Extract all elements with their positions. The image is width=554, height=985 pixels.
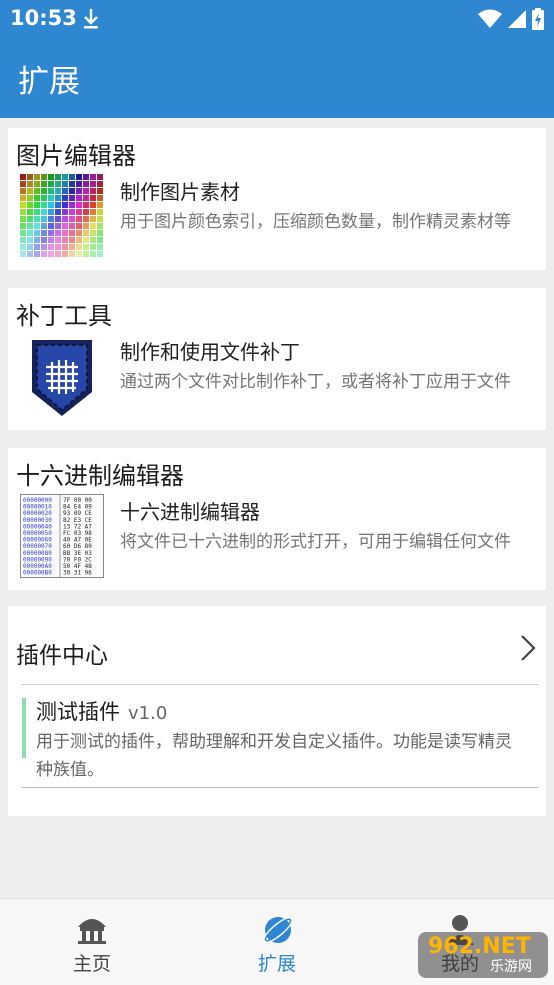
- page-title: 扩展: [18, 64, 80, 100]
- card-description: 通过两个文件对比制作补丁，或者将补丁应用于文件: [120, 372, 511, 392]
- nav-home[interactable]: 主页: [32, 899, 152, 985]
- status-time: 10:53: [10, 6, 77, 30]
- watermark-logo: 962.NET 乐游网: [418, 932, 548, 978]
- watermark-sub: 乐游网: [490, 959, 532, 975]
- plugin-item[interactable]: 测试插件 v1.0 用于测试的插件，帮助理解和开发自定义插件。功能是读写精灵种族值…: [22, 696, 538, 780]
- plugin-center-title[interactable]: 插件中心: [16, 636, 108, 670]
- status-bar: 10:53: [0, 0, 554, 38]
- card-title: 图片编辑器: [16, 142, 136, 170]
- wifi-icon: [478, 9, 502, 33]
- patch-tool-card[interactable]: 补丁工具 制作和使用文件补丁 通过两个文件对比制作补丁，或者将补丁应用于文件: [8, 288, 546, 430]
- card-subtitle: 十六进制编辑器: [120, 500, 260, 524]
- nav-extensions[interactable]: 扩展: [217, 899, 337, 985]
- planet-icon: [261, 913, 293, 945]
- card-title: 十六进制编辑器: [16, 462, 184, 490]
- nav-home-label: 主页: [72, 953, 111, 975]
- hex-address: 000000B0: [23, 570, 52, 577]
- app-bar: 扩展: [0, 38, 554, 118]
- signal-icon: [508, 9, 526, 33]
- chevron-right-icon[interactable]: [520, 634, 536, 666]
- nav-extensions-label: 扩展: [257, 953, 296, 975]
- hex-bytes: 30 31 96: [63, 570, 92, 577]
- patch-icon: [20, 334, 104, 418]
- hex-editor-card[interactable]: 十六进制编辑器 00000000 7F 00 00 00000010 84 E4 09…: [8, 448, 546, 590]
- battery-icon: [532, 8, 544, 34]
- plugin-name: 测试插件: [36, 700, 120, 724]
- plugin-name-row: 测试插件 v1.0: [36, 696, 167, 726]
- card-title: 补丁工具: [16, 302, 112, 330]
- download-icon: [82, 8, 100, 34]
- divider: [22, 787, 538, 788]
- hex-icon: 00000000 7F 00 00 00000010 84 E4 09 00000020…: [20, 494, 104, 578]
- plugin-description: 用于测试的插件，帮助理解和开发自定义插件。功能是读写精灵种族值。: [36, 732, 512, 780]
- card-subtitle: 制作图片素材: [120, 180, 240, 204]
- plugin-version: v1.0: [128, 703, 168, 724]
- card-description: 将文件已十六进制的形式打开，可用于编辑任何文件: [120, 532, 511, 552]
- card-subtitle: 制作和使用文件补丁: [120, 340, 300, 364]
- divider: [22, 684, 538, 685]
- plugin-center: 插件中心 测试插件 v1.0 用于测试的插件，帮助理解和开发自定义插件。功能是读写…: [8, 606, 546, 816]
- home-icon: [76, 913, 108, 945]
- palette-icon: [20, 174, 104, 258]
- card-description: 用于图片颜色索引，压缩颜色数量，制作精灵素材等: [120, 212, 511, 232]
- image-editor-card[interactable]: 图片编辑器 制作图片素材 用于图片颜色索引，压缩颜色数量，制作精灵素材等: [8, 128, 546, 270]
